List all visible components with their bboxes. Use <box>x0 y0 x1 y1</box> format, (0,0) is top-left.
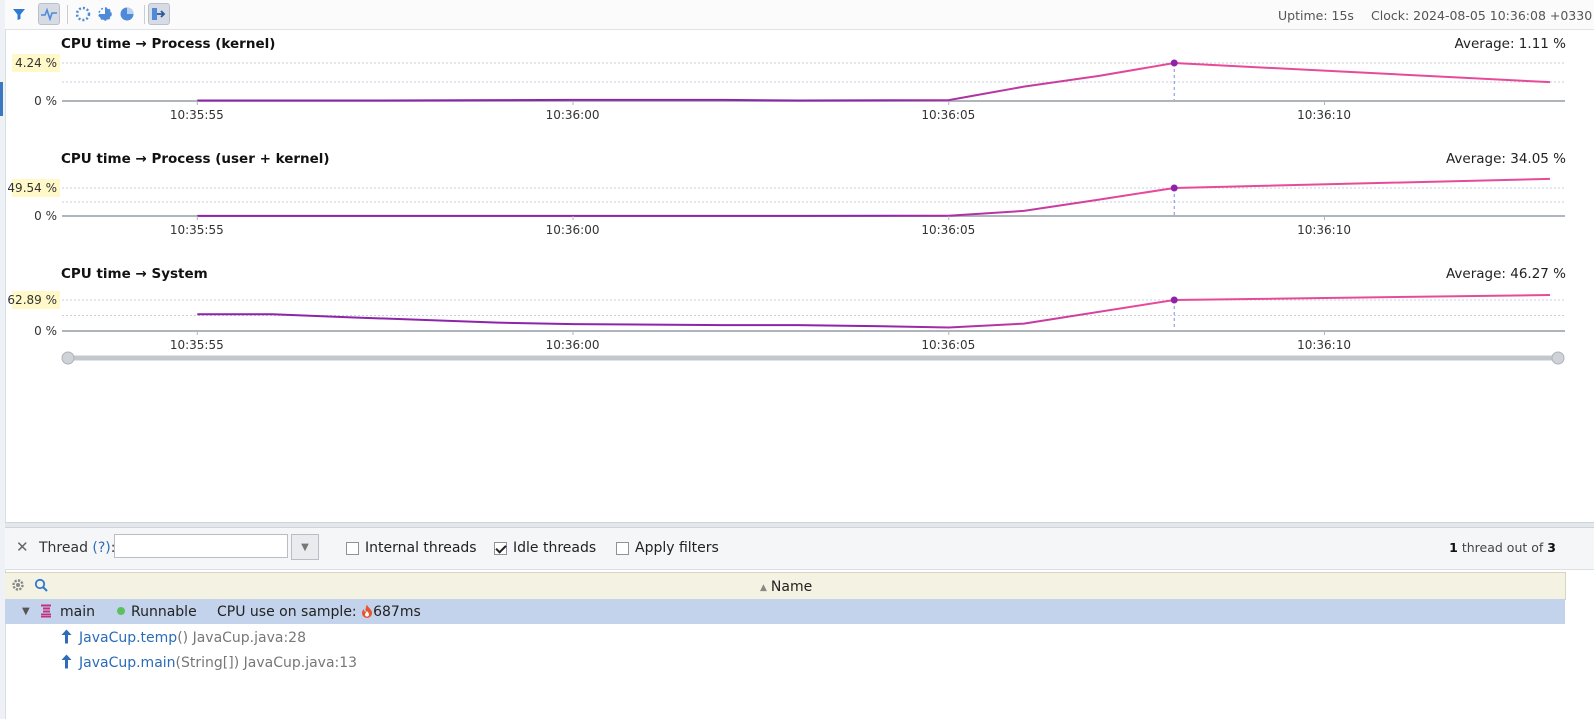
data-point[interactable] <box>1170 184 1178 192</box>
cpu-sample: CPU use on sample: 687ms <box>217 604 421 620</box>
method-args: () <box>177 630 189 646</box>
thread-count-text: thread out of <box>1461 540 1544 555</box>
source-location: JavaCup.java:13 <box>243 655 358 671</box>
time-tick-label: 10:35:55 <box>170 223 224 237</box>
idle-threads-label: Idle threads <box>513 540 597 556</box>
sort-asc-icon: ▲ <box>760 583 767 593</box>
thread-icon <box>40 604 52 622</box>
method-link[interactable]: JavaCup.temp <box>79 630 177 646</box>
thread-count-number: 1 <box>1449 540 1458 555</box>
arrow-up-icon <box>61 654 72 673</box>
thread-filter-bar: ✕ Thread (?): ▼ Internal threads Idle th… <box>5 528 1594 570</box>
help-link[interactable]: (?) <box>92 540 110 556</box>
thread-label: Thread <box>39 540 88 556</box>
time-tick-label: 10:36:10 <box>1297 223 1351 237</box>
time-range-slider[interactable] <box>61 351 1565 365</box>
slider-start-handle[interactable] <box>61 351 75 365</box>
time-tick-label: 10:36:00 <box>546 223 600 237</box>
runnable-dot-icon <box>117 607 125 615</box>
table-row[interactable]: ▼ main Runnable CPU use on sample: 687ms <box>5 599 1565 624</box>
table-header: ▲ Name <box>5 572 1566 600</box>
stack-frame: JavaCup.temp() JavaCup.java:28 <box>79 630 306 646</box>
gear-icon[interactable] <box>11 578 25 596</box>
checkbox-box[interactable] <box>494 541 507 555</box>
time-tick-label: 10:36:00 <box>546 338 600 352</box>
chevron-down-icon[interactable]: ▼ <box>291 534 319 560</box>
stack-frame-row[interactable]: JavaCup.temp() JavaCup.java:28 <box>5 625 1565 649</box>
thread-count-total: 3 <box>1547 540 1556 555</box>
slider-end-handle[interactable] <box>1551 351 1565 365</box>
series-line <box>197 177 1550 217</box>
cpu-chart[interactable]: 49.54 % 0 % 10:35:55 10:36:00 10:36:05 10:36:… <box>7 177 1565 237</box>
thread-name: main <box>60 604 95 620</box>
cpu-sample-label: CPU use on sample: <box>217 604 357 620</box>
checkbox-box[interactable] <box>616 541 629 555</box>
cpu-chart[interactable]: 4.24 % 0 % 10:35:55 10:36:00 10:36:05 10:36:1… <box>12 54 1565 122</box>
time-tick-label: 10:36:10 <box>1297 108 1351 122</box>
thread-state: Runnable <box>117 604 197 620</box>
arrow-up-icon <box>61 629 72 648</box>
time-tick-label: 10:35:55 <box>170 108 224 122</box>
thread-filter-label: Thread (?): <box>39 540 115 556</box>
data-point[interactable] <box>1170 59 1178 67</box>
charts-area[interactable]: 4.24 % 0 % 10:35:55 10:36:00 10:36:05 10:36:1… <box>0 0 1594 372</box>
close-icon[interactable]: ✕ <box>16 538 29 556</box>
apply-filters-checkbox[interactable]: Apply filters <box>616 540 719 556</box>
time-tick-label: 10:35:55 <box>170 338 224 352</box>
data-point[interactable] <box>1170 296 1178 304</box>
internal-threads-checkbox[interactable]: Internal threads <box>346 540 477 556</box>
stack-frame-row[interactable]: JavaCup.main(String[]) JavaCup.java:13 <box>5 650 1565 674</box>
time-tick-label: 10:36:05 <box>921 223 975 237</box>
thread-count: 1 thread out of 3 <box>1449 540 1556 555</box>
name-column-header[interactable]: ▲ Name <box>760 579 812 595</box>
cpu-sample-value: 687ms <box>373 604 421 620</box>
apply-filters-label: Apply filters <box>635 540 719 556</box>
method-args: (String[]) <box>175 655 240 671</box>
time-tick-label: 10:36:05 <box>921 108 975 122</box>
method-link[interactable]: JavaCup.main <box>79 655 176 671</box>
cpu-chart[interactable]: 62.89 % 0 % 10:35:55 10:36:00 10:36:05 10:36:… <box>7 291 1565 352</box>
search-icon[interactable] <box>34 578 48 596</box>
time-tick-label: 10:36:00 <box>546 108 600 122</box>
y-max-label: 4.24 % <box>15 56 57 70</box>
idle-threads-checkbox[interactable]: Idle threads <box>494 540 596 556</box>
y-zero-label: 0 % <box>34 324 57 338</box>
checkbox-box[interactable] <box>346 541 359 555</box>
thread-state-label: Runnable <box>131 604 197 620</box>
y-max-label: 62.89 % <box>7 293 57 307</box>
y-zero-label: 0 % <box>34 94 57 108</box>
time-tick-label: 10:36:10 <box>1297 338 1351 352</box>
y-max-label: 49.54 % <box>7 181 57 195</box>
y-zero-label: 0 % <box>34 209 57 223</box>
name-column-label: Name <box>770 579 813 595</box>
internal-threads-label: Internal threads <box>365 540 477 556</box>
stack-frame: JavaCup.main(String[]) JavaCup.java:13 <box>79 655 357 671</box>
expand-triangle-icon[interactable]: ▼ <box>22 606 30 617</box>
thread-filter-input[interactable] <box>114 534 288 558</box>
source-location: JavaCup.java:28 <box>192 630 306 646</box>
flame-icon <box>362 604 373 618</box>
time-tick-label: 10:36:05 <box>921 338 975 352</box>
